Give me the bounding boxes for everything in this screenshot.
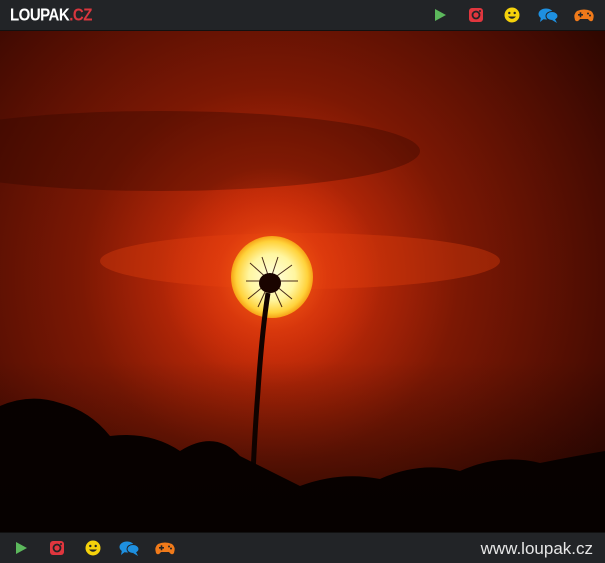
- bottom-nav-icons: [10, 539, 176, 557]
- gamepad-icon[interactable]: [154, 539, 176, 557]
- top-bar: LOUPAK.CZ: [0, 0, 605, 31]
- logo-main-text: LOUPAK: [10, 5, 70, 25]
- instagram-icon[interactable]: [46, 539, 68, 557]
- site-url-link[interactable]: www.loupak.cz: [481, 539, 593, 559]
- instagram-icon[interactable]: [465, 6, 487, 24]
- chat-icon[interactable]: [537, 6, 559, 24]
- logo-tld-text: .CZ: [69, 5, 92, 25]
- smiley-icon[interactable]: [82, 539, 104, 557]
- dandelion-center: [259, 273, 281, 293]
- gamepad-icon[interactable]: [573, 6, 595, 24]
- smiley-icon[interactable]: [501, 6, 523, 24]
- play-icon[interactable]: [10, 539, 32, 557]
- main-photo: [0, 31, 605, 532]
- ground-fade: [0, 361, 605, 532]
- bottom-bar: www.loupak.cz: [0, 532, 605, 563]
- site-logo[interactable]: LOUPAK.CZ: [10, 5, 92, 25]
- top-nav-icons: [429, 0, 595, 30]
- chat-icon[interactable]: [118, 539, 140, 557]
- play-icon[interactable]: [429, 6, 451, 24]
